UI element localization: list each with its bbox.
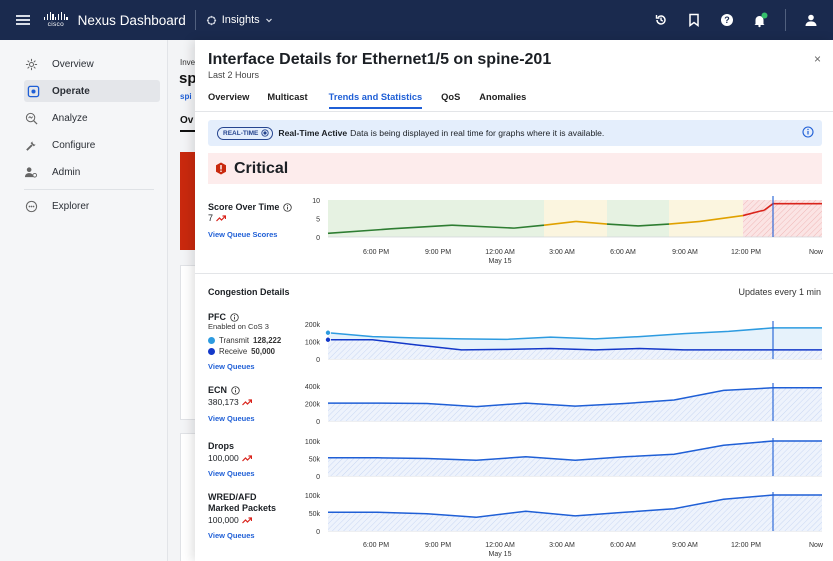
x-date-label: May 15: [489, 551, 512, 558]
score-band: [607, 200, 638, 237]
sidebar-item-label: Analyze: [52, 112, 88, 124]
admin-icon: [24, 165, 38, 179]
y-tick-label: 10: [312, 198, 320, 205]
y-tick-label: 400k: [305, 384, 321, 391]
overview-icon: [24, 57, 38, 71]
series-start-dot: [324, 329, 331, 336]
divider: [194, 10, 196, 30]
score-band: [760, 200, 764, 237]
y-tick-label: 50k: [309, 457, 321, 464]
sidebar: Overview Operate Analyze Configure Admin…: [0, 40, 168, 561]
score-band: [452, 200, 514, 237]
sidebar-item-label: Configure: [52, 139, 96, 151]
y-tick-label: 0: [316, 419, 320, 426]
y-tick-label: 50k: [309, 511, 321, 518]
x-tick-label: 6:00 AM: [610, 542, 636, 549]
series-start-dot: [324, 336, 331, 343]
x-tick-label: 3:00 AM: [549, 542, 575, 549]
y-tick-label: 5: [316, 217, 320, 224]
interface-details-panel: Interface Details for Ethernet1/5 on spi…: [195, 40, 833, 561]
tab-overview[interactable]: Ov: [180, 115, 193, 126]
cisco-logo: cisco: [44, 12, 68, 28]
history-icon[interactable]: [653, 12, 669, 28]
divider: [785, 9, 786, 31]
configure-icon: [24, 138, 38, 152]
x-tick-label: 6:00 AM: [610, 249, 636, 256]
y-tick-label: 0: [316, 357, 320, 364]
sidebar-item-configure[interactable]: Configure: [24, 134, 160, 156]
top-bar: cisco Nexus Dashboard Insights ?: [0, 0, 833, 40]
sidebar-item-label: Operate: [52, 85, 90, 97]
x-tick-label: 6:00 PM: [363, 249, 389, 256]
sidebar-item-admin[interactable]: Admin: [24, 161, 160, 183]
score-band: [669, 200, 700, 237]
sidebar-item-operate[interactable]: Operate: [24, 80, 160, 102]
y-tick-label: 0: [316, 474, 320, 481]
sidebar-item-label: Admin: [52, 166, 81, 178]
x-tick-label: 9:00 AM: [672, 542, 698, 549]
section-label: Insights: [221, 14, 260, 26]
score-line-segment: [759, 209, 765, 212]
menu-icon[interactable]: [16, 15, 30, 25]
score-band: [638, 200, 669, 237]
score-band: [773, 200, 822, 237]
x-tick-label: 12:00 PM: [731, 542, 761, 549]
x-tick-label: 9:00 AM: [672, 249, 698, 256]
score-band: [743, 200, 760, 237]
explorer-icon: [24, 199, 38, 213]
y-tick-label: 200k: [305, 402, 321, 409]
x-tick-label: 9:00 PM: [425, 542, 451, 549]
breadcrumb: Inve: [180, 58, 196, 67]
x-tick-label: Now: [809, 249, 824, 256]
area-fill: [328, 387, 822, 421]
score-band: [391, 200, 452, 237]
sidebar-item-label: Overview: [52, 58, 94, 70]
analyze-icon: [24, 111, 38, 125]
y-tick-label: 100k: [305, 493, 321, 500]
y-tick-label: 0: [316, 235, 320, 242]
help-icon[interactable]: ?: [719, 12, 735, 28]
y-tick-label: 0: [316, 529, 320, 536]
x-tick-label: 12:00 PM: [731, 249, 761, 256]
score-band: [544, 200, 576, 237]
app-title: Nexus Dashboard: [77, 12, 186, 28]
x-tick-label: 3:00 AM: [549, 249, 575, 256]
section-dropdown[interactable]: Insights: [206, 14, 273, 26]
x-tick-label: Now: [809, 542, 824, 549]
x-tick-label: 6:00 PM: [363, 542, 389, 549]
score-band: [576, 200, 607, 237]
score-band: [514, 200, 544, 237]
x-date-label: May 15: [489, 258, 512, 265]
y-tick-label: 100k: [305, 439, 321, 446]
user-icon[interactable]: [803, 12, 819, 28]
x-tick-label: 12:00 AM: [485, 249, 515, 256]
svg-text:?: ?: [724, 15, 730, 25]
x-tick-label: 9:00 PM: [425, 249, 451, 256]
sidebar-item-analyze[interactable]: Analyze: [24, 107, 160, 129]
page-title: sp: [179, 70, 197, 87]
charts-canvas: 10 5 0 6:00 PM 9:00 PM 12:00 AM 3:00 AM 6:00 AM…: [305, 196, 824, 558]
y-tick-label: 100k: [305, 340, 321, 347]
bookmark-icon[interactable]: [686, 12, 702, 28]
page-link[interactable]: spi: [180, 92, 192, 101]
sidebar-item-overview[interactable]: Overview: [24, 53, 160, 75]
operate-icon: [26, 84, 40, 98]
insights-icon: [206, 15, 216, 25]
sidebar-item-label: Explorer: [52, 200, 90, 212]
y-tick-label: 200k: [305, 322, 321, 329]
notifications-icon[interactable]: [752, 12, 768, 28]
x-tick-label: 12:00 AM: [485, 542, 515, 549]
divider: [24, 189, 154, 190]
sidebar-item-explorer[interactable]: Explorer: [24, 195, 160, 217]
chevron-down-icon: [265, 18, 272, 23]
